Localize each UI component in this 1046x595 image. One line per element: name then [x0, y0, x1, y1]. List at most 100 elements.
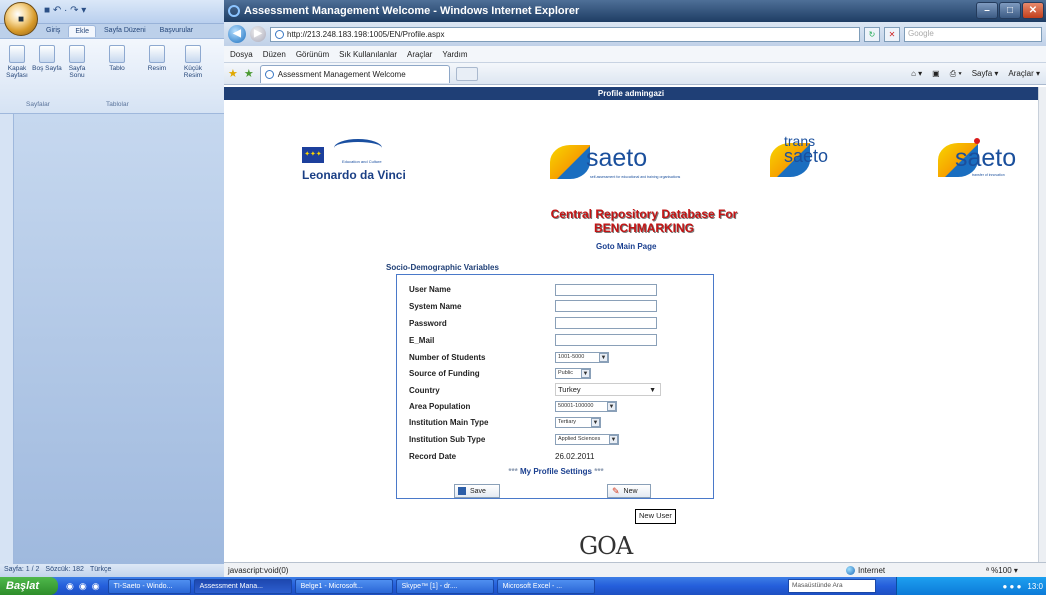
- password-input[interactable]: [555, 317, 657, 329]
- menu-edit[interactable]: Düzen: [263, 50, 286, 59]
- save-button[interactable]: Save: [454, 484, 500, 498]
- favorites-star-icon[interactable]: ★: [228, 67, 238, 80]
- section-title: Socio-Demographic Variables: [386, 263, 499, 272]
- taskbar-item[interactable]: TI-Saeto - Windo...: [107, 578, 191, 594]
- close-button[interactable]: ✕: [1022, 2, 1044, 19]
- menu-bar: Dosya Düzen Görünüm Sık Kullanılanlar Ar…: [224, 46, 1046, 63]
- picture-icon: [149, 45, 165, 63]
- tab-ekle[interactable]: Ekle: [68, 25, 97, 37]
- clock[interactable]: 13:0: [1027, 582, 1043, 591]
- zoom-level[interactable]: ª %100 ▾: [986, 566, 1018, 575]
- sub-type-select[interactable]: Applied Sciences ▼: [555, 434, 619, 445]
- home-icon[interactable]: ⌂ ▾: [911, 69, 922, 79]
- page-scrollbar[interactable]: [1038, 87, 1046, 562]
- pencil-icon: ✎: [612, 485, 620, 496]
- print-icon[interactable]: ⎙ ▾: [950, 69, 962, 79]
- word-count[interactable]: Sözcük: 182: [45, 566, 84, 575]
- command-bar: ⌂ ▾ ▣ ⎙ ▾ Sayfa ▾ Araçlar ▾: [911, 69, 1046, 79]
- taskbar-item[interactable]: Skype™ [1] - dr....: [395, 578, 494, 594]
- email-input[interactable]: [555, 334, 657, 346]
- country-label: Country: [409, 386, 440, 395]
- system-name-input[interactable]: [555, 300, 657, 312]
- save-disk-icon: [458, 487, 466, 495]
- tab-giris[interactable]: Giriş: [40, 25, 66, 37]
- leonardo-logo-text: Leonardo da Vinci: [302, 168, 406, 182]
- area-population-select[interactable]: 50001-100000 ▼: [555, 401, 617, 412]
- taskbar-item[interactable]: Belge1 - Microsoft...: [294, 578, 393, 594]
- tab-basvurular[interactable]: Başvurular: [154, 25, 199, 37]
- profile-settings-title: *** My Profile Settings ***: [508, 467, 604, 476]
- cover-page-button[interactable]: Kapak Sayfası: [2, 45, 32, 79]
- back-button[interactable]: ◀: [228, 25, 246, 43]
- maximize-button[interactable]: □: [999, 2, 1021, 19]
- page-menu[interactable]: Sayfa ▾: [972, 69, 999, 79]
- quick-access-toolbar[interactable]: ■ ↶ · ↷ ▾: [44, 5, 86, 16]
- chevron-down-icon: ▼: [607, 402, 616, 411]
- new-button[interactable]: ✎ New: [607, 484, 651, 498]
- menu-file[interactable]: Dosya: [230, 50, 253, 59]
- stop-button[interactable]: ✕: [884, 26, 900, 42]
- favorites-bar: ★ ★ Assessment Management Welcome ⌂ ▾ ▣ …: [224, 63, 1046, 85]
- chevron-down-icon: ▼: [599, 353, 608, 362]
- menu-view[interactable]: Görünüm: [296, 50, 329, 59]
- picture-button[interactable]: Resim: [142, 45, 172, 72]
- forward-button[interactable]: ▶: [250, 26, 266, 42]
- funding-select[interactable]: Public ▼: [555, 368, 591, 379]
- area-population-label: Area Population: [409, 402, 471, 411]
- saeto-logo-text: saeto: [586, 144, 648, 172]
- trans-saeto-logo-text: saeto: [784, 146, 829, 166]
- new-tab-button[interactable]: [455, 66, 478, 81]
- start-button[interactable]: Başlat: [0, 577, 58, 595]
- page-break-button[interactable]: Sayfa Sonu: [62, 45, 92, 79]
- system-name-label: System Name: [409, 302, 462, 311]
- profile-header: Profile admingazi: [224, 87, 1038, 100]
- clip-art-button[interactable]: Küçük Resim: [178, 45, 208, 79]
- eu-caption: Education and Culture: [342, 159, 382, 164]
- students-select[interactable]: 1001-5000 ▼: [555, 352, 609, 363]
- menu-favorites[interactable]: Sık Kullanılanlar: [339, 50, 397, 59]
- main-type-select[interactable]: Tertiary ▼: [555, 417, 601, 428]
- tisaeto-logo-text: saeto: [955, 144, 1017, 172]
- address-toolbar: ◀ ▶ http://213.248.183.198:1005/EN/Profi…: [224, 22, 1046, 46]
- eu-flag-icon: ✦✦✦: [302, 147, 324, 163]
- profile-form: User Name System Name Password E_Mail Nu…: [396, 274, 714, 499]
- office-button[interactable]: ■: [4, 2, 38, 36]
- refresh-button[interactable]: ↻: [864, 26, 880, 42]
- folder-icon[interactable]: ◉: [92, 581, 100, 592]
- browser-icon[interactable]: ◉: [66, 581, 74, 592]
- eu-swoosh-icon: [334, 139, 382, 157]
- minimize-button[interactable]: –: [976, 2, 998, 19]
- ie-status-bar: javascript:void(0) Internet ª %100 ▾: [224, 562, 1046, 577]
- browser-tab[interactable]: Assessment Management Welcome: [259, 64, 450, 83]
- tab-sayfa-duzeni[interactable]: Sayfa Düzeni: [98, 25, 152, 37]
- feeds-icon[interactable]: ▣: [932, 69, 940, 79]
- group-tables-label: Tablolar: [106, 101, 129, 108]
- tools-menu[interactable]: Araçlar ▾: [1008, 69, 1040, 79]
- add-favorites-icon[interactable]: ★: [244, 67, 254, 80]
- menu-tools[interactable]: Araçlar: [407, 50, 432, 59]
- language[interactable]: Türkçe: [90, 566, 111, 575]
- menu-help[interactable]: Yardım: [442, 50, 467, 59]
- media-icon[interactable]: ◉: [79, 581, 87, 592]
- address-bar[interactable]: http://213.248.183.198:1005/EN/Profile.a…: [270, 26, 860, 42]
- clip-art-icon: [185, 45, 201, 63]
- desktop-search-input[interactable]: Masaüstünde Ara: [788, 579, 876, 593]
- password-label: Password: [409, 319, 447, 328]
- user-name-label: User Name: [409, 285, 451, 294]
- country-select[interactable]: Turkey ▼: [555, 383, 661, 396]
- email-label: E_Mail: [409, 336, 435, 345]
- page-count[interactable]: Sayfa: 1 / 2: [4, 566, 39, 575]
- security-zone: Internet: [846, 566, 885, 575]
- user-name-input[interactable]: [555, 284, 657, 296]
- word-status-bar: Sayfa: 1 / 2 Sözcük: 182 Türkçe: [0, 564, 224, 577]
- new-user-tooltip: New User: [635, 509, 676, 524]
- table-button[interactable]: Tablo: [102, 45, 132, 72]
- quick-launch: ◉ ◉ ◉: [58, 581, 108, 592]
- taskbar-item-active[interactable]: Assessment Mana...: [193, 578, 292, 594]
- tab-page-icon: [264, 69, 274, 79]
- search-input[interactable]: Google: [904, 26, 1042, 42]
- goto-main-page-link[interactable]: Goto Main Page: [596, 242, 656, 251]
- taskbar-item[interactable]: Microsoft Excel - ...: [496, 578, 595, 594]
- blank-page-button[interactable]: Boş Sayfa: [32, 45, 62, 72]
- tray-icons[interactable]: ● ● ●: [1002, 582, 1021, 591]
